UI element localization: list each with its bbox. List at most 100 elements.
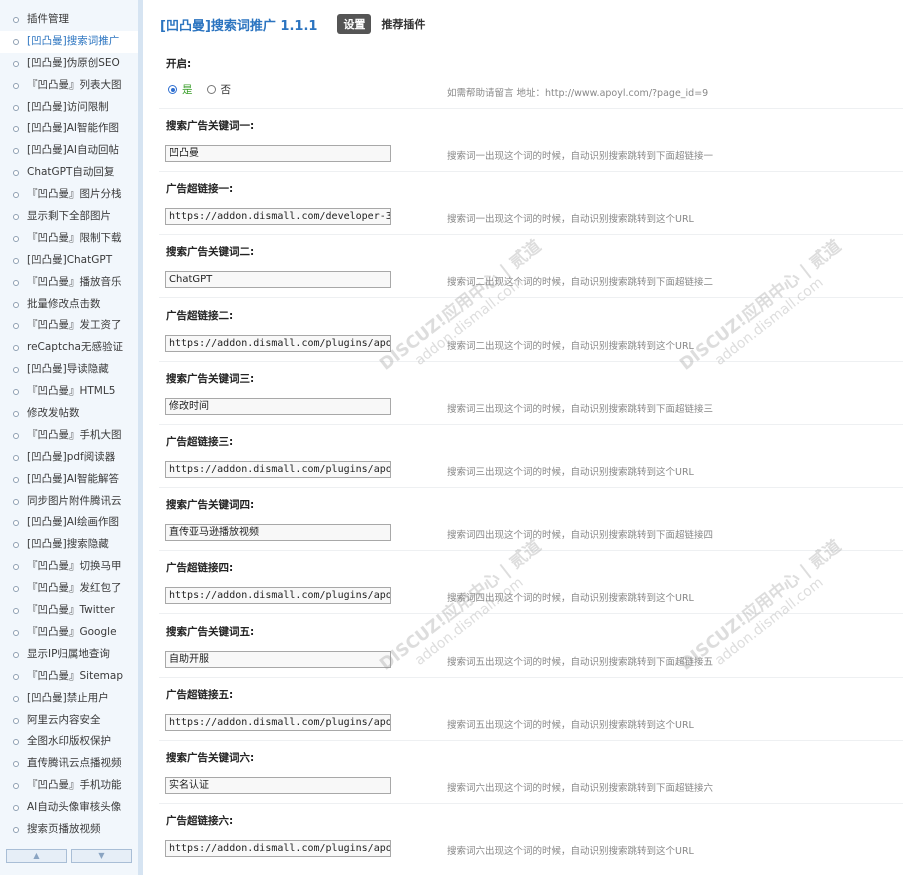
sidebar-menu-item[interactable]: 同步图片附件腾讯云 xyxy=(0,491,138,513)
sidebar-menu-item-label: 『凹凸曼』发工资了 xyxy=(27,319,122,332)
enable-no-radio[interactable] xyxy=(206,85,216,94)
bullet-icon xyxy=(13,783,19,790)
sidebar-menu-item[interactable]: [凹凸曼]搜索隐藏 xyxy=(0,534,138,556)
ad-link-input[interactable]: https://addon.dismall.com/plugins/apoyl_ xyxy=(165,587,391,605)
ad-link-input[interactable]: https://addon.dismall.com/plugins/apoyl_ xyxy=(165,713,391,731)
ad-link-input[interactable]: https://addon.dismall.com/plugins/apoyl_ xyxy=(165,840,391,858)
sidebar-menu-item[interactable]: 『凹凸曼』手机功能 xyxy=(0,775,138,797)
bullet-icon xyxy=(13,279,19,286)
ad-link-input[interactable]: https://addon.dismall.com/plugins/apoyl_ xyxy=(165,334,391,352)
bullet-icon xyxy=(13,651,19,658)
sidebar-menu-item[interactable]: 显示IP归属地查询 xyxy=(0,644,138,666)
sidebar-menu-item[interactable]: reCaptcha无感验证 xyxy=(0,337,138,359)
sidebar-menu-item[interactable]: AI自动头像审核头像 xyxy=(0,797,138,819)
sidebar-menu-item[interactable]: [凹凸曼]AI自动回帖 xyxy=(0,140,138,162)
sidebar-menu-item[interactable]: 阿里云内容安全 xyxy=(0,710,138,732)
ad-keyword-input[interactable]: 凹凸曼 xyxy=(165,145,391,162)
bullet-icon xyxy=(13,323,19,330)
sidebar-menu-item[interactable]: 『凹凸曼』Sitemap xyxy=(0,666,138,688)
watermark-url: addon.dismall.com xyxy=(712,274,827,369)
recommend-plugins-tab[interactable]: 推荐插件 xyxy=(381,16,425,32)
ad-link-input[interactable]: https://addon.dismall.com/plugins/apoyl_ xyxy=(165,461,391,478)
sidebar-menu-item[interactable]: 『凹凸曼』Twitter xyxy=(0,600,138,622)
sidebar-menu-item[interactable]: 『凹凸曼』手机大图 xyxy=(0,425,138,447)
sidebar-menu-item[interactable]: [凹凸曼]禁止用户 xyxy=(0,688,138,710)
sidebar-menu-item[interactable]: 『凹凸曼』限制下载 xyxy=(0,228,138,250)
bullet-icon xyxy=(13,60,19,67)
enable-no-label[interactable]: 否 xyxy=(221,82,232,97)
sidebar-menu-item[interactable]: [凹凸曼]AI智能解答 xyxy=(0,469,138,491)
sidebar-menu-item-label: [凹凸曼]ChatGPT xyxy=(27,253,113,266)
ad-keyword-label: 搜索广告关键词一: xyxy=(166,120,255,132)
sidebar-menu-item[interactable]: 插件管理 xyxy=(0,9,138,31)
sidebar-menu-item[interactable]: 『凹凸曼』发工资了 xyxy=(0,315,138,337)
row-divider xyxy=(159,613,903,615)
bullet-icon xyxy=(13,82,19,89)
sidebar-menu-item-label: 批量修改点击数 xyxy=(27,297,101,310)
sidebar-menu-item[interactable]: [凹凸曼]伪原创SEO xyxy=(0,53,138,75)
enable-yes-radio[interactable] xyxy=(168,85,177,94)
row-divider xyxy=(159,739,903,741)
watermark-url: addon.dismall.com xyxy=(412,574,527,669)
sidebar-menu-item[interactable]: 『凹凸曼』播放音乐 xyxy=(0,272,138,294)
bullet-icon xyxy=(13,476,19,483)
sidebar-menu-item[interactable]: 显示剩下全部图片 xyxy=(0,206,138,228)
sidebar-menu-item[interactable]: 『凹凸曼』切换马甲 xyxy=(0,556,138,578)
watermark-text: DISCUZ!应用中心 | 贰道 xyxy=(676,236,846,375)
ad-keyword-label: 搜索广告关键词二: xyxy=(166,246,255,259)
sidebar-menu-item[interactable]: 『凹凸曼』图片分栈 xyxy=(0,184,138,206)
sidebar-menu-item-label: 阿里云内容安全 xyxy=(27,713,101,726)
sidebar-menu-item[interactable]: 全图水印版权保护 xyxy=(0,731,138,753)
sidebar-menu-item[interactable]: 『凹凸曼』Google xyxy=(0,622,138,644)
sidebar-menu-item[interactable]: ChatGPT自动回复 xyxy=(0,162,138,184)
sidebar: 插件管理 [凹凸曼]搜索词推广 [凹凸曼]伪原创SEO 『凹凸曼』列表大图 [凹凸曼]访… xyxy=(0,0,143,875)
row-divider xyxy=(159,360,903,362)
sidebar-menu-item[interactable]: [凹凸曼]AI智能作图 xyxy=(0,118,138,140)
menu-scroll-controls: ▲ ▼ xyxy=(6,849,132,863)
bullet-icon xyxy=(13,38,19,45)
sidebar-menu-item[interactable]: [凹凸曼]pdf阅读器 xyxy=(0,447,138,469)
sidebar-menu-item-label: 插件管理 xyxy=(27,13,69,25)
scroll-down-button[interactable]: ▼ xyxy=(71,849,132,863)
sidebar-menu-item[interactable]: [凹凸曼]AI绘画作图 xyxy=(0,512,138,534)
sidebar-menu-item[interactable]: 直传腾讯云点播视频 xyxy=(0,753,138,775)
sidebar-menu-item-label: [凹凸曼]导读隐藏 xyxy=(27,363,109,376)
field-hint: 搜索词三出现这个词的时候，自动识别搜索跳转到这个URL xyxy=(447,467,694,478)
ad-link-input[interactable]: https://addon.dismall.com/developer-379 xyxy=(165,208,391,226)
sidebar-menu-item[interactable]: 『凹凸曼』列表大图 xyxy=(0,75,138,97)
row-divider xyxy=(159,676,903,678)
ad-keyword-input[interactable]: 实名认证 xyxy=(165,777,391,794)
sidebar-menu-item[interactable]: 批量修改点击数 xyxy=(0,294,138,316)
sidebar-menu-item[interactable]: 『凹凸曼』HTML5 xyxy=(0,381,138,403)
enable-yes-label[interactable]: 是 xyxy=(182,82,193,97)
bullet-icon xyxy=(13,564,19,571)
sidebar-menu-item-label: 『凹凸曼』手机功能 xyxy=(27,779,122,792)
sidebar-menu-item[interactable]: [凹凸曼]搜索词推广 xyxy=(0,30,138,53)
ad-keyword-input[interactable]: 修改时间 xyxy=(165,397,391,415)
sidebar-menu-item-label: [凹凸曼]访问限制 xyxy=(27,100,109,113)
ad-keyword-input[interactable]: 直传亚马逊播放视频 xyxy=(165,524,391,542)
sidebar-menu-item[interactable]: [凹凸曼]导读隐藏 xyxy=(0,359,138,381)
scroll-up-button[interactable]: ▲ xyxy=(6,849,67,863)
sidebar-menu-item-label: [凹凸曼]搜索隐藏 xyxy=(27,538,109,551)
sidebar-menu-item-label: 『凹凸曼』Google xyxy=(27,625,117,638)
sidebar-menu-item[interactable]: 『凹凸曼』发红包了 xyxy=(0,578,138,600)
field-hint: 搜索词一出现这个词的时候，自动识别搜索跳转到这个URL xyxy=(447,214,694,226)
bullet-icon xyxy=(13,542,19,549)
settings-tab[interactable]: 设置 xyxy=(337,14,372,34)
sidebar-menu-item-label: 全图水印版权保护 xyxy=(27,735,111,748)
sidebar-menu-item[interactable]: [凹凸曼]访问限制 xyxy=(0,97,138,119)
sidebar-menu-item-label: [凹凸曼]AI自动回帖 xyxy=(27,144,119,157)
sidebar-menu-item[interactable]: [凹凸曼]ChatGPT xyxy=(0,250,138,272)
enable-radio-group: 是 否 xyxy=(168,82,231,97)
row-divider xyxy=(159,297,903,299)
ad-keyword-input[interactable]: 自助开服 xyxy=(165,650,391,668)
sidebar-menu-item[interactable]: 搜索页播放视频 xyxy=(0,819,138,841)
ad-keyword-input[interactable]: ChatGPT xyxy=(165,271,391,289)
bullet-icon xyxy=(13,367,19,374)
bullet-icon xyxy=(13,301,19,308)
bullet-icon xyxy=(13,586,19,593)
sidebar-menu-item[interactable]: 修改发帖数 xyxy=(0,403,138,425)
bullet-icon xyxy=(13,826,19,833)
ad-link-label: 广告超链接六: xyxy=(166,815,234,828)
